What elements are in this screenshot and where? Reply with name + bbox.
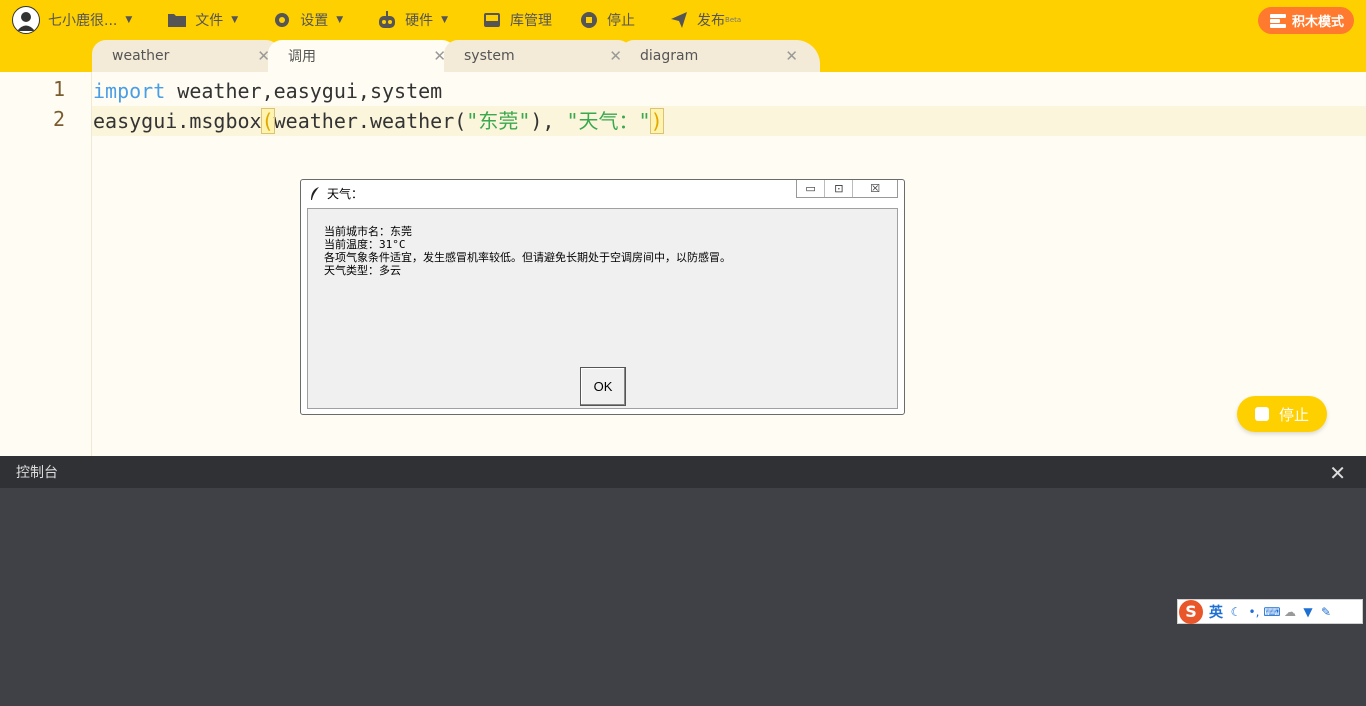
avatar bbox=[12, 6, 40, 34]
close-button[interactable]: ☒ bbox=[852, 180, 897, 197]
editor-tabs: weather ✕ 调用 ✕ system ✕ diagram ✕ bbox=[0, 40, 1366, 72]
message-line: 当前城市名：东莞 bbox=[324, 225, 412, 238]
maximize-button[interactable]: ⊡ bbox=[824, 180, 852, 197]
message-line: 当前温度：31°C bbox=[324, 238, 406, 251]
paper-plane-icon bbox=[669, 10, 689, 30]
ime-toolbar: S 英 ☾ •, ⌨ ☁ ▼ ✎ bbox=[1177, 599, 1363, 624]
hardware-menu[interactable]: 硬件 ▼ bbox=[377, 0, 448, 40]
block-mode-button[interactable]: 积木模式 bbox=[1257, 7, 1354, 34]
code-token: ), bbox=[530, 109, 567, 133]
user-menu[interactable]: 七小鹿很... ▼ bbox=[0, 0, 132, 40]
stop-button-label: 停止 bbox=[1278, 405, 1309, 424]
tab-diagram[interactable]: diagram ✕ bbox=[620, 40, 820, 72]
stop-icon bbox=[579, 10, 599, 30]
tab-label: diagram bbox=[640, 48, 699, 64]
username-label: 七小鹿很... bbox=[48, 13, 118, 29]
console-title: 控制台 bbox=[16, 465, 58, 481]
stop-square-icon bbox=[1254, 407, 1269, 421]
chevron-down-icon: ▼ bbox=[441, 15, 449, 25]
block-mode-label: 积木模式 bbox=[1291, 15, 1344, 30]
wrench-icon[interactable]: ✎ bbox=[1317, 603, 1335, 621]
robot-icon bbox=[377, 10, 397, 30]
library-menu-label: 库管理 bbox=[510, 13, 553, 29]
stop-button[interactable]: 停止 bbox=[1237, 396, 1327, 432]
dialog-titlebar[interactable]: 天气： bbox=[309, 185, 363, 202]
publish-menu[interactable]: 发布 Beta bbox=[669, 0, 741, 40]
ok-button[interactable]: OK bbox=[580, 367, 626, 406]
skin-shirt-icon[interactable]: ▼ bbox=[1299, 603, 1317, 621]
tab-label: weather bbox=[112, 48, 170, 64]
line-number: 1 bbox=[52, 77, 65, 101]
top-toolbar: 七小鹿很... ▼ 文件 ▼ 设置 ▼ 硬件 ▼ 库管理 停止 发布 Beta … bbox=[0, 0, 1366, 40]
code-line-2[interactable]: easygui.msgbox(weather.weather("东莞"), "天… bbox=[93, 106, 664, 136]
matched-paren: ) bbox=[649, 108, 664, 134]
inbox-icon bbox=[482, 10, 502, 30]
blocks-icon bbox=[1269, 13, 1286, 28]
code-line-1[interactable]: import weather,easygui,system bbox=[93, 76, 442, 106]
punctuation-icon[interactable]: •, bbox=[1245, 603, 1263, 621]
chevron-down-icon: ▼ bbox=[125, 15, 133, 25]
settings-menu[interactable]: 设置 ▼ bbox=[272, 0, 343, 40]
code-token: easygui.msgbox bbox=[93, 109, 262, 133]
tab-diaoyong[interactable]: 调用 ✕ bbox=[268, 40, 456, 72]
gear-icon bbox=[272, 10, 292, 30]
file-menu-label: 文件 bbox=[195, 13, 224, 29]
library-menu[interactable]: 库管理 bbox=[482, 0, 552, 40]
sogou-logo-icon[interactable]: S bbox=[1179, 599, 1203, 624]
tab-label: system bbox=[464, 48, 515, 64]
chevron-down-icon: ▼ bbox=[231, 15, 239, 25]
console-header: 控制台 ✕ bbox=[0, 456, 1366, 488]
matched-paren: ( bbox=[260, 108, 275, 134]
tab-label: 调用 bbox=[288, 49, 316, 65]
stop-menu-label: 停止 bbox=[607, 13, 636, 29]
minimize-button[interactable]: ▭ bbox=[797, 180, 824, 197]
file-menu[interactable]: 文件 ▼ bbox=[167, 0, 238, 40]
beta-badge: Beta bbox=[725, 16, 742, 24]
close-icon[interactable]: ✕ bbox=[1329, 461, 1346, 485]
tab-weather[interactable]: weather ✕ bbox=[92, 40, 280, 72]
message-text: 当前城市名：东莞 当前温度：31°C 各项气象条件适宜，发生感冒机率较低。但请避… bbox=[324, 225, 731, 277]
keyboard-icon[interactable]: ⌨ bbox=[1263, 603, 1281, 621]
stop-menu[interactable]: 停止 bbox=[579, 0, 635, 40]
message-line: 各项气象条件适宜，发生感冒机率较低。但请避免长期处于空调房间中，以防感冒。 bbox=[324, 251, 731, 264]
keyword-token: import bbox=[93, 79, 166, 103]
console-output[interactable] bbox=[0, 488, 1366, 706]
code-token: weather.weather( bbox=[273, 109, 467, 133]
ime-language-toggle[interactable]: 英 bbox=[1209, 602, 1223, 622]
line-number: 2 bbox=[52, 107, 65, 131]
dialog-body: 当前城市名：东莞 当前温度：31°C 各项气象条件适宜，发生感冒机率较低。但请避… bbox=[307, 208, 898, 409]
hardware-menu-label: 硬件 bbox=[405, 13, 434, 29]
string-token: "东莞" bbox=[466, 109, 531, 133]
code-token: weather,easygui,system bbox=[165, 79, 443, 103]
folder-icon bbox=[167, 10, 187, 30]
string-token: "天气：" bbox=[566, 109, 651, 133]
msgbox-dialog: 天气： ▭ ⊡ ☒ 当前城市名：东莞 当前温度：31°C 各项气象条件适宜，发生… bbox=[300, 179, 905, 415]
settings-menu-label: 设置 bbox=[300, 13, 329, 29]
chevron-down-icon: ▼ bbox=[336, 15, 344, 25]
line-number-gutter: 1 2 bbox=[0, 72, 92, 456]
voice-icon[interactable]: ☁ bbox=[1281, 603, 1299, 621]
publish-menu-label: 发布 bbox=[697, 13, 726, 29]
message-line: 天气类型：多云 bbox=[324, 264, 401, 277]
window-controls: ▭ ⊡ ☒ bbox=[796, 180, 898, 198]
tab-system[interactable]: system ✕ bbox=[444, 40, 632, 72]
feather-icon bbox=[309, 186, 321, 201]
dialog-title: 天气： bbox=[327, 187, 364, 201]
close-icon[interactable]: ✕ bbox=[785, 47, 798, 65]
moon-icon[interactable]: ☾ bbox=[1227, 603, 1245, 621]
